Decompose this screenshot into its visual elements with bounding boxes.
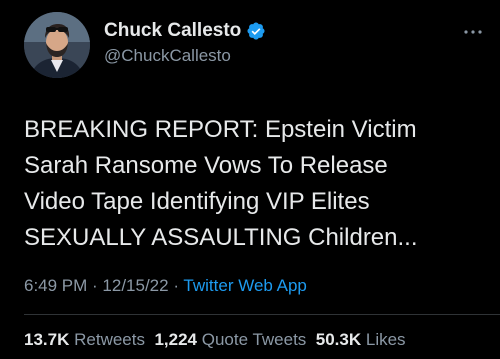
likes-count: 50.3K [315, 330, 362, 349]
quote-tweets-count: 1,224 [154, 330, 197, 349]
author-display-name[interactable]: Chuck Callesto [104, 20, 241, 42]
retweets-count: 13.7K [24, 330, 70, 349]
avatar[interactable] [24, 12, 90, 78]
tweet-source-link[interactable]: Twitter Web App [183, 276, 306, 295]
author-name-row[interactable]: Chuck Callesto [104, 19, 266, 43]
retweets-label: Retweets [74, 330, 145, 349]
author-handle[interactable]: @ChuckCallesto [104, 46, 231, 66]
engagement-stats: 13.7K Retweets 1,224 Quote Tweets 50.3K … [24, 330, 406, 350]
meta-separator: · [87, 276, 103, 295]
tweet-time[interactable]: 6:49 PM [24, 276, 87, 295]
tweet-text: BREAKING REPORT: Epstein Victim Sarah Ra… [24, 116, 418, 251]
likes-stat[interactable]: 50.3K Likes [316, 330, 406, 349]
tweet-date[interactable]: 12/15/22 [102, 276, 168, 295]
tweet-card: Chuck Callesto @ChuckCallesto BREAKING R… [0, 0, 500, 359]
retweets-stat[interactable]: 13.7K Retweets [24, 330, 145, 349]
more-options-icon[interactable] [462, 24, 484, 34]
meta-separator: · [168, 276, 184, 295]
quote-tweets-label: Quote Tweets [201, 330, 307, 349]
divider [24, 314, 500, 315]
tweet-metadata: 6:49 PM · 12/15/22 · Twitter Web App [24, 276, 307, 296]
quote-tweets-stat[interactable]: 1,224 Quote Tweets [154, 330, 306, 349]
verified-badge-icon [246, 21, 266, 41]
likes-label: Likes [365, 330, 406, 349]
avatar-photo [24, 12, 90, 78]
